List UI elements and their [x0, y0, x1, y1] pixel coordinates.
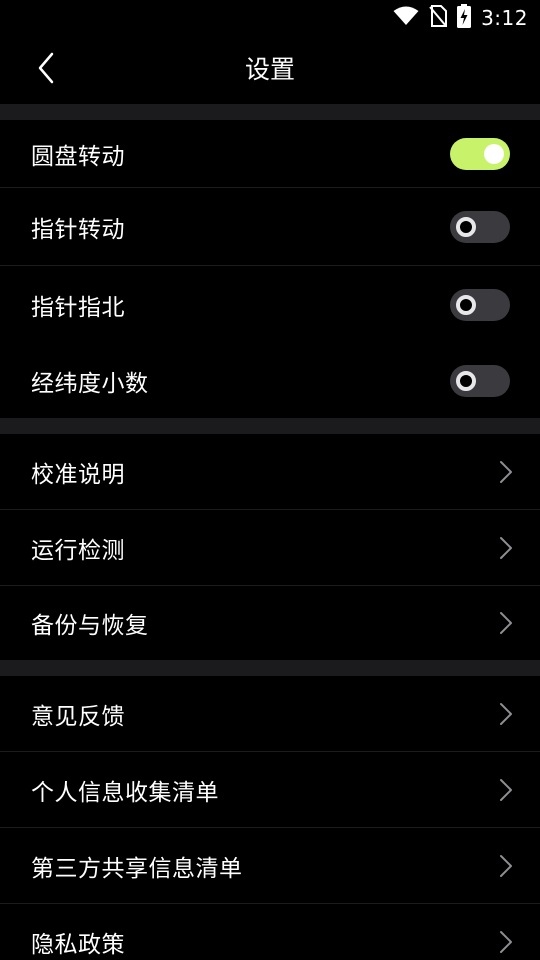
setting-label: 经纬度小数 [31, 371, 149, 397]
chevron-right-icon [498, 460, 514, 484]
dial-rotation-toggle[interactable] [450, 138, 510, 170]
menu-label: 个人信息收集清单 [31, 780, 219, 806]
chevron-left-icon [37, 52, 55, 88]
chevron-right-icon [498, 611, 514, 635]
info-section: 意见反馈 个人信息收集清单 第三方共享信息清单 隐私政策 [0, 676, 540, 960]
needle-rotation-toggle[interactable] [450, 211, 510, 243]
page-title: 设置 [244, 55, 295, 84]
menu-label: 备份与恢复 [31, 613, 149, 639]
status-icons: 3:12 [393, 4, 528, 32]
chevron-right-icon [498, 536, 514, 560]
battery-charging-icon [457, 4, 472, 32]
menu-label: 意见反馈 [31, 704, 125, 730]
setting-row-coordinate-decimal[interactable]: 经纬度小数 [0, 344, 540, 418]
coordinate-decimal-toggle[interactable] [450, 365, 510, 397]
tools-section: 校准说明 运行检测 备份与恢复 [0, 434, 540, 660]
chevron-right-icon [498, 702, 514, 726]
menu-item-third-party-sharing-list[interactable]: 第三方共享信息清单 [0, 828, 540, 904]
menu-item-backup-restore[interactable]: 备份与恢复 [0, 586, 540, 660]
menu-item-calibration-guide[interactable]: 校准说明 [0, 434, 540, 510]
section-gap [0, 104, 540, 120]
menu-label: 运行检测 [31, 538, 125, 564]
chevron-right-icon [498, 854, 514, 878]
setting-label: 指针指北 [31, 295, 125, 321]
toggle-knob [456, 295, 476, 315]
setting-row-dial-rotation[interactable]: 圆盘转动 [0, 120, 540, 188]
no-sim-icon [429, 5, 448, 31]
needle-north-toggle[interactable] [450, 289, 510, 321]
chevron-right-icon [498, 930, 514, 954]
settings-screen: 3:12 设置 圆盘转动 指针转动 指针指北 经纬度小数 校准说明 运行检测 备… [0, 0, 540, 960]
toggle-settings-section: 圆盘转动 指针转动 指针指北 经纬度小数 [0, 120, 540, 418]
wifi-icon [393, 6, 419, 30]
setting-row-needle-north[interactable]: 指针指北 [0, 266, 540, 344]
header: 设置 [0, 36, 540, 104]
toggle-knob [456, 217, 476, 237]
menu-label: 隐私政策 [31, 932, 125, 958]
setting-label: 指针转动 [31, 217, 125, 243]
menu-item-run-check[interactable]: 运行检测 [0, 510, 540, 586]
setting-row-needle-rotation[interactable]: 指针转动 [0, 188, 540, 266]
toggle-knob [484, 144, 504, 164]
section-gap [0, 660, 540, 676]
menu-label: 第三方共享信息清单 [31, 856, 243, 882]
menu-label: 校准说明 [31, 462, 125, 488]
menu-item-personal-info-list[interactable]: 个人信息收集清单 [0, 752, 540, 828]
status-bar: 3:12 [0, 0, 540, 36]
setting-label: 圆盘转动 [31, 144, 125, 170]
section-gap [0, 418, 540, 434]
menu-item-privacy-policy[interactable]: 隐私政策 [0, 904, 540, 960]
back-button[interactable] [24, 48, 68, 92]
menu-item-feedback[interactable]: 意见反馈 [0, 676, 540, 752]
status-time: 3:12 [481, 6, 528, 30]
chevron-right-icon [498, 778, 514, 802]
toggle-knob [456, 371, 476, 391]
